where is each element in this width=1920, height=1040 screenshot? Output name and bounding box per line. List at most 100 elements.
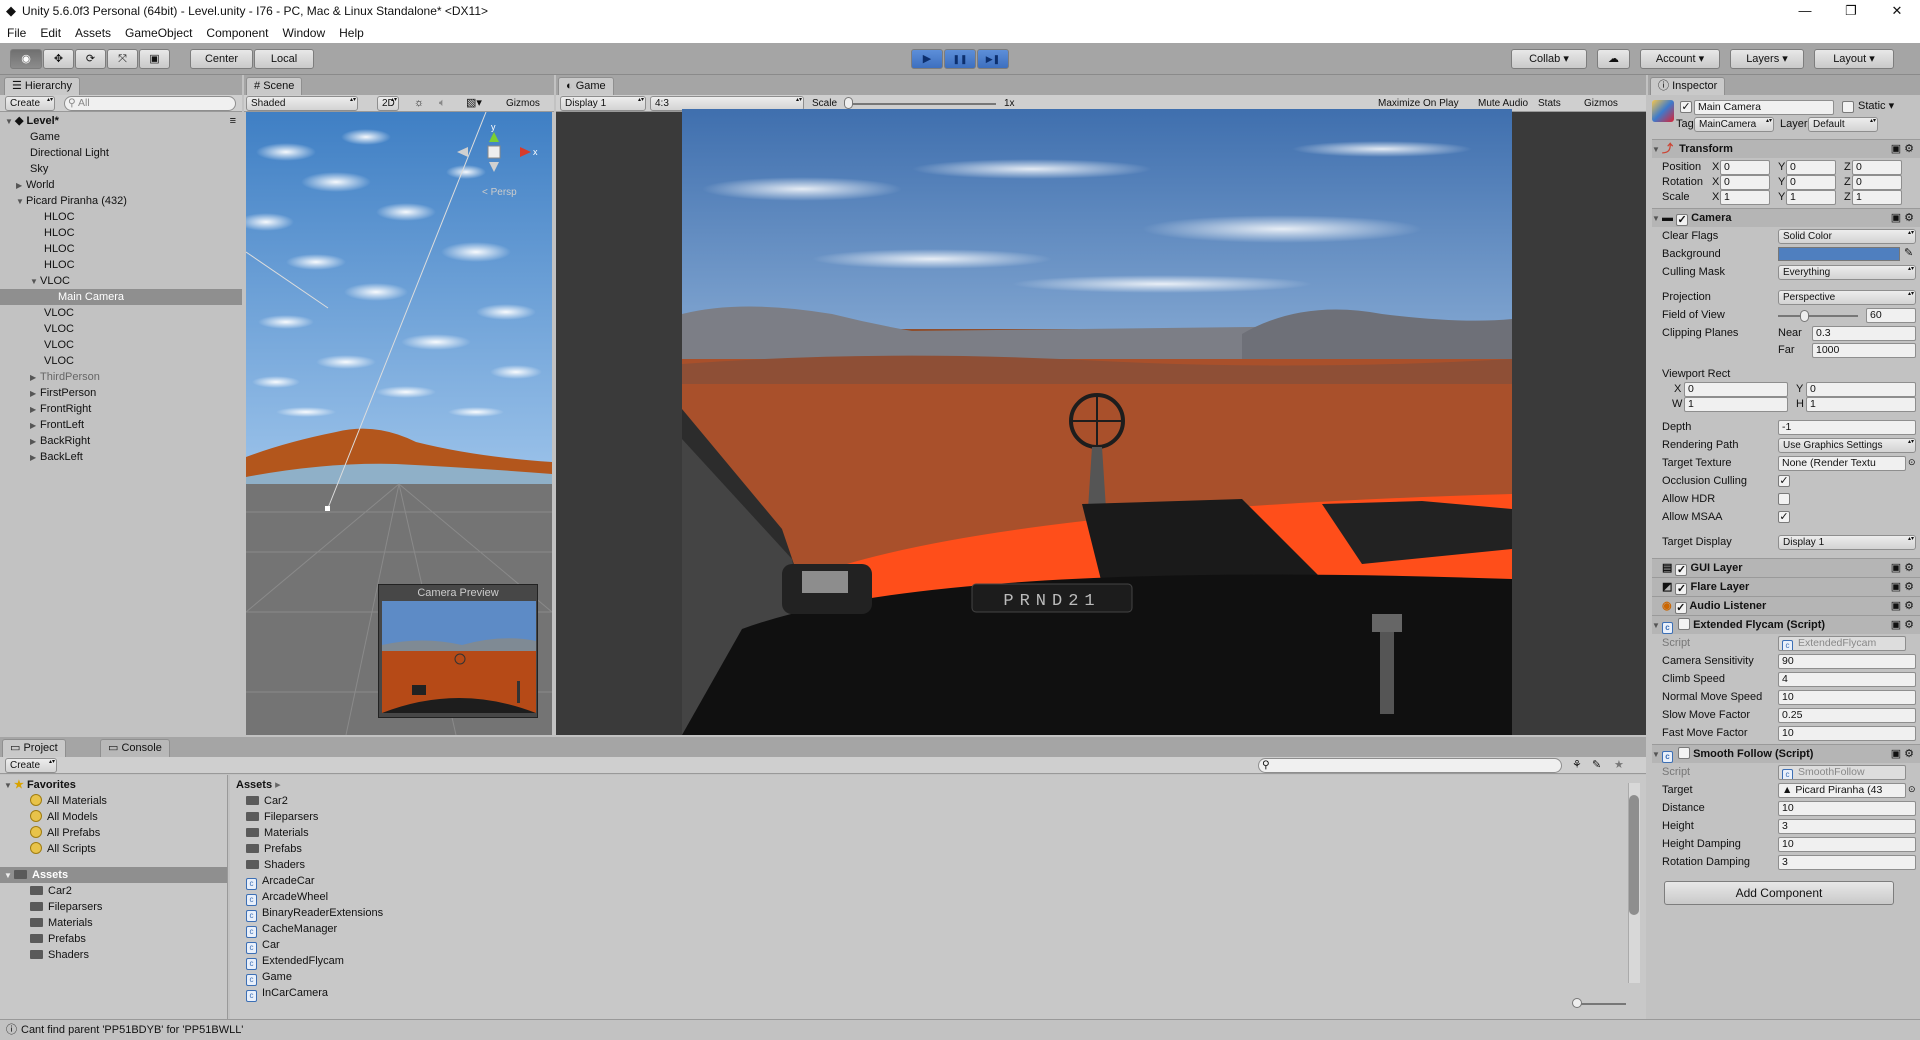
target-texture-field[interactable]: None (Render Textu [1778, 456, 1906, 471]
hierarchy-item[interactable]: ▶ ThirdPerson [30, 369, 100, 385]
icon-size-slider-thumb[interactable] [1572, 998, 1582, 1008]
hierarchy-item[interactable]: VLOC [44, 337, 74, 353]
tree-folder[interactable]: Prefabs [30, 931, 86, 947]
hierarchy-item[interactable]: ▶ World [16, 177, 55, 193]
object-picker-icon[interactable]: ⊙ [1908, 782, 1916, 797]
view-tool-button[interactable]: ◉ [10, 49, 42, 69]
slow-move-factor-field[interactable]: 0.25 [1778, 708, 1916, 723]
stats-toggle[interactable]: Stats [1538, 96, 1561, 111]
hierarchy-item[interactable]: ▶ FrontLeft [30, 417, 84, 433]
scale-slider-thumb[interactable] [844, 97, 853, 109]
rect-tool-button[interactable]: ▣ [139, 49, 170, 69]
tree-folder[interactable]: Fileparsers [30, 899, 102, 915]
distance-field[interactable]: 10 [1778, 801, 1916, 816]
breadcrumb[interactable]: Assets ▸ [236, 777, 281, 793]
pivot-local-button[interactable]: Local [254, 49, 314, 69]
culling-mask-dropdown[interactable]: Everything [1778, 265, 1916, 280]
projection-dropdown[interactable]: Perspective [1778, 290, 1916, 305]
asset-script[interactable]: c Car [246, 937, 280, 954]
background-color-swatch[interactable] [1778, 247, 1900, 261]
game-gizmos-button[interactable]: Gizmos [1584, 96, 1618, 111]
smooth-follow-header[interactable]: ▼ c Smooth Follow (Script) ▣ ⚙ [1652, 744, 1920, 763]
object-name-field[interactable]: Main Camera [1694, 100, 1834, 115]
asset-script[interactable]: c CacheManager [246, 921, 337, 938]
hierarchy-item[interactable]: VLOC [44, 353, 74, 369]
height-damping-field[interactable]: 10 [1778, 837, 1916, 852]
favorite-star-icon[interactable]: ★ [1614, 758, 1624, 773]
2d-toggle[interactable]: 2D [377, 96, 399, 111]
scale-x-field[interactable]: 1 [1720, 190, 1770, 205]
asset-script[interactable]: c ArcadeCar [246, 873, 315, 890]
tab-inspector[interactable]: ⓘ Inspector [1650, 77, 1726, 95]
viewport-h-field[interactable]: 1 [1806, 397, 1916, 412]
status-message[interactable]: Cant find parent 'PP51BDYB' for 'PP51BWL… [21, 1024, 243, 1036]
asset-list-scrollbar-thumb[interactable] [1629, 795, 1639, 915]
scale-y-field[interactable]: 1 [1786, 190, 1836, 205]
camera-sensitivity-field[interactable]: 90 [1778, 654, 1916, 669]
asset-folder[interactable]: Prefabs [246, 841, 302, 857]
allow-hdr-checkbox[interactable] [1778, 493, 1790, 505]
shading-mode-dropdown[interactable]: Shaded [246, 96, 358, 111]
display-dropdown[interactable]: Display 1 [560, 96, 646, 111]
hierarchy-item[interactable]: ▶ BackLeft [30, 449, 83, 465]
camera-enabled-checkbox[interactable]: ✓ [1676, 214, 1689, 226]
hierarchy-item-selected[interactable]: Main Camera [0, 289, 242, 305]
audio-listener-checkbox[interactable]: ✓ [1674, 602, 1687, 614]
audio-listener-header[interactable]: ◉ ✓ Audio Listener ▣ ⚙ [1652, 596, 1920, 615]
static-checkbox[interactable] [1842, 101, 1854, 113]
pivot-center-button[interactable]: Center [190, 49, 253, 69]
menu-file[interactable]: File [0, 26, 33, 40]
gui-layer-header[interactable]: ▤ ✓ GUI Layer ▣ ⚙ [1652, 558, 1920, 577]
fov-slider[interactable] [1778, 315, 1858, 317]
viewport-y-field[interactable]: 0 [1806, 382, 1916, 397]
hierarchy-item[interactable]: Sky [30, 161, 48, 177]
target-display-dropdown[interactable]: Display 1 [1778, 535, 1916, 550]
eyedropper-icon[interactable]: ✎ [1904, 246, 1913, 261]
normal-move-speed-field[interactable]: 10 [1778, 690, 1916, 705]
camera-gizmo[interactable] [325, 506, 330, 511]
occlusion-culling-checkbox[interactable]: ✓ [1778, 475, 1790, 487]
hierarchy-item[interactable]: HLOC [44, 241, 75, 257]
game-view[interactable]: PRND21 [682, 109, 1512, 735]
tab-project[interactable]: ▭ Project [2, 739, 66, 757]
rotation-x-field[interactable]: 0 [1720, 175, 1770, 190]
rotation-y-field[interactable]: 0 [1786, 175, 1836, 190]
object-picker-icon[interactable]: ⊙ [1908, 455, 1916, 470]
menu-window[interactable]: Window [275, 26, 332, 40]
component-settings-icon[interactable]: ▣ ⚙ [1891, 597, 1914, 615]
smooth-follow-checkbox[interactable] [1678, 747, 1690, 759]
scene-gizmos-button[interactable]: Gizmos [506, 96, 540, 111]
depth-field[interactable]: -1 [1778, 420, 1916, 435]
tab-game[interactable]: ◐ Game [558, 77, 614, 95]
clear-flags-dropdown[interactable]: Solid Color [1778, 229, 1916, 244]
effects-dropdown-icon[interactable]: ▧▾ [466, 96, 482, 111]
asset-folder[interactable]: Materials [246, 825, 309, 841]
asset-folder[interactable]: Shaders [246, 857, 305, 873]
filter-by-label-icon[interactable]: ✎ [1592, 758, 1601, 773]
move-tool-button[interactable]: ✥ [43, 49, 74, 69]
hierarchy-item[interactable]: ▶ FirstPerson [30, 385, 96, 401]
favorite-item[interactable]: All Scripts [30, 841, 96, 857]
rendering-path-dropdown[interactable]: Use Graphics Settings [1778, 438, 1916, 453]
play-button[interactable]: ▶ [911, 49, 943, 69]
near-field[interactable]: 0.3 [1812, 326, 1916, 341]
fov-slider-thumb[interactable] [1800, 310, 1810, 322]
position-z-field[interactable]: 0 [1852, 160, 1902, 175]
hierarchy-item[interactable]: ▼ VLOC [30, 273, 70, 289]
scale-tool-button[interactable]: ⤧ [107, 49, 138, 69]
hierarchy-search-input[interactable]: ⚲ All [64, 96, 236, 111]
favorite-item[interactable]: All Models [30, 809, 98, 825]
cloud-button[interactable]: ☁ [1597, 49, 1630, 69]
asset-script[interactable]: c Game [246, 969, 292, 986]
favorites-header[interactable]: ▼ ★ Favorites [4, 777, 76, 793]
component-settings-icon[interactable]: ▣ ⚙ [1891, 578, 1914, 596]
close-button[interactable]: ✕ [1874, 0, 1920, 22]
maximize-button[interactable]: ❐ [1828, 0, 1874, 22]
filter-by-type-icon[interactable]: ⚘ [1572, 758, 1582, 773]
scale-slider[interactable] [846, 103, 996, 105]
transform-header[interactable]: ▼ ⤴ Transform ▣ ⚙ [1652, 139, 1920, 158]
asset-folder[interactable]: Car2 [246, 793, 288, 809]
camera-header[interactable]: ▼ ▬ ✓ Camera ▣ ⚙ [1652, 208, 1920, 227]
add-component-button[interactable]: Add Component [1664, 881, 1894, 905]
target-field[interactable]: ▲ Picard Piranha (43 [1778, 783, 1906, 798]
